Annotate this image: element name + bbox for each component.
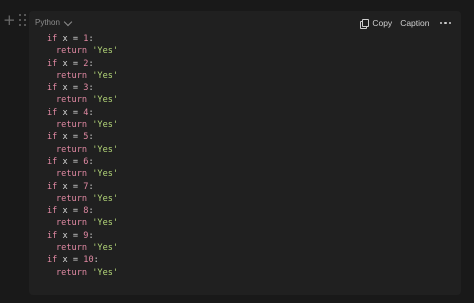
- code-line: if x = 1:: [47, 34, 94, 44]
- code-line: if x = 4:: [47, 107, 94, 118]
- copy-label: Copy: [372, 18, 393, 28]
- code-line: if x = 2:: [47, 58, 94, 69]
- block-handle: +: [3, 13, 28, 28]
- caption-label: Caption: [400, 18, 430, 28]
- language-select[interactable]: Python: [35, 17, 73, 29]
- copy-button[interactable]: Copy: [360, 17, 392, 29]
- page: + Python Copy Caption if x = 1: return 'Y…: [0, 0, 474, 303]
- code-toolbar: Copy Caption: [360, 17, 451, 29]
- code-line: if x = 6:: [47, 156, 94, 167]
- language-label: Python: [35, 18, 60, 27]
- code-line: if x = 5:: [47, 132, 94, 143]
- code-line: if x = 3:: [47, 83, 94, 94]
- code-content[interactable]: if x = 1: return 'Yes' if x = 2: return 'Ye…: [47, 33, 118, 279]
- code-line: return 'Yes': [56, 120, 119, 131]
- code-line: return 'Yes': [56, 243, 119, 254]
- code-line: if x = 7:: [47, 181, 94, 192]
- code-line: if x = 10:: [47, 255, 99, 266]
- code-line: return 'Yes': [56, 70, 119, 81]
- code-line: return 'Yes': [56, 218, 119, 229]
- code-line: if x = 8:: [47, 206, 94, 217]
- code-line: return 'Yes': [56, 193, 119, 204]
- code-line: if x = 9:: [47, 230, 94, 241]
- more-icon[interactable]: [438, 21, 451, 25]
- code-block[interactable]: Python Copy Caption if x = 1: return 'Yes…: [29, 11, 461, 295]
- copy-icon: [360, 18, 370, 29]
- code-line: return 'Yes': [56, 267, 119, 278]
- drag-handle-icon[interactable]: [18, 13, 28, 27]
- chevron-down-icon: [63, 17, 73, 26]
- plus-icon[interactable]: +: [3, 13, 16, 28]
- code-line: return 'Yes': [56, 169, 119, 180]
- caption-button[interactable]: Caption: [400, 17, 429, 29]
- code-line: return 'Yes': [56, 95, 119, 106]
- code-line: return 'Yes': [56, 144, 119, 155]
- code-line: return 'Yes': [56, 46, 119, 57]
